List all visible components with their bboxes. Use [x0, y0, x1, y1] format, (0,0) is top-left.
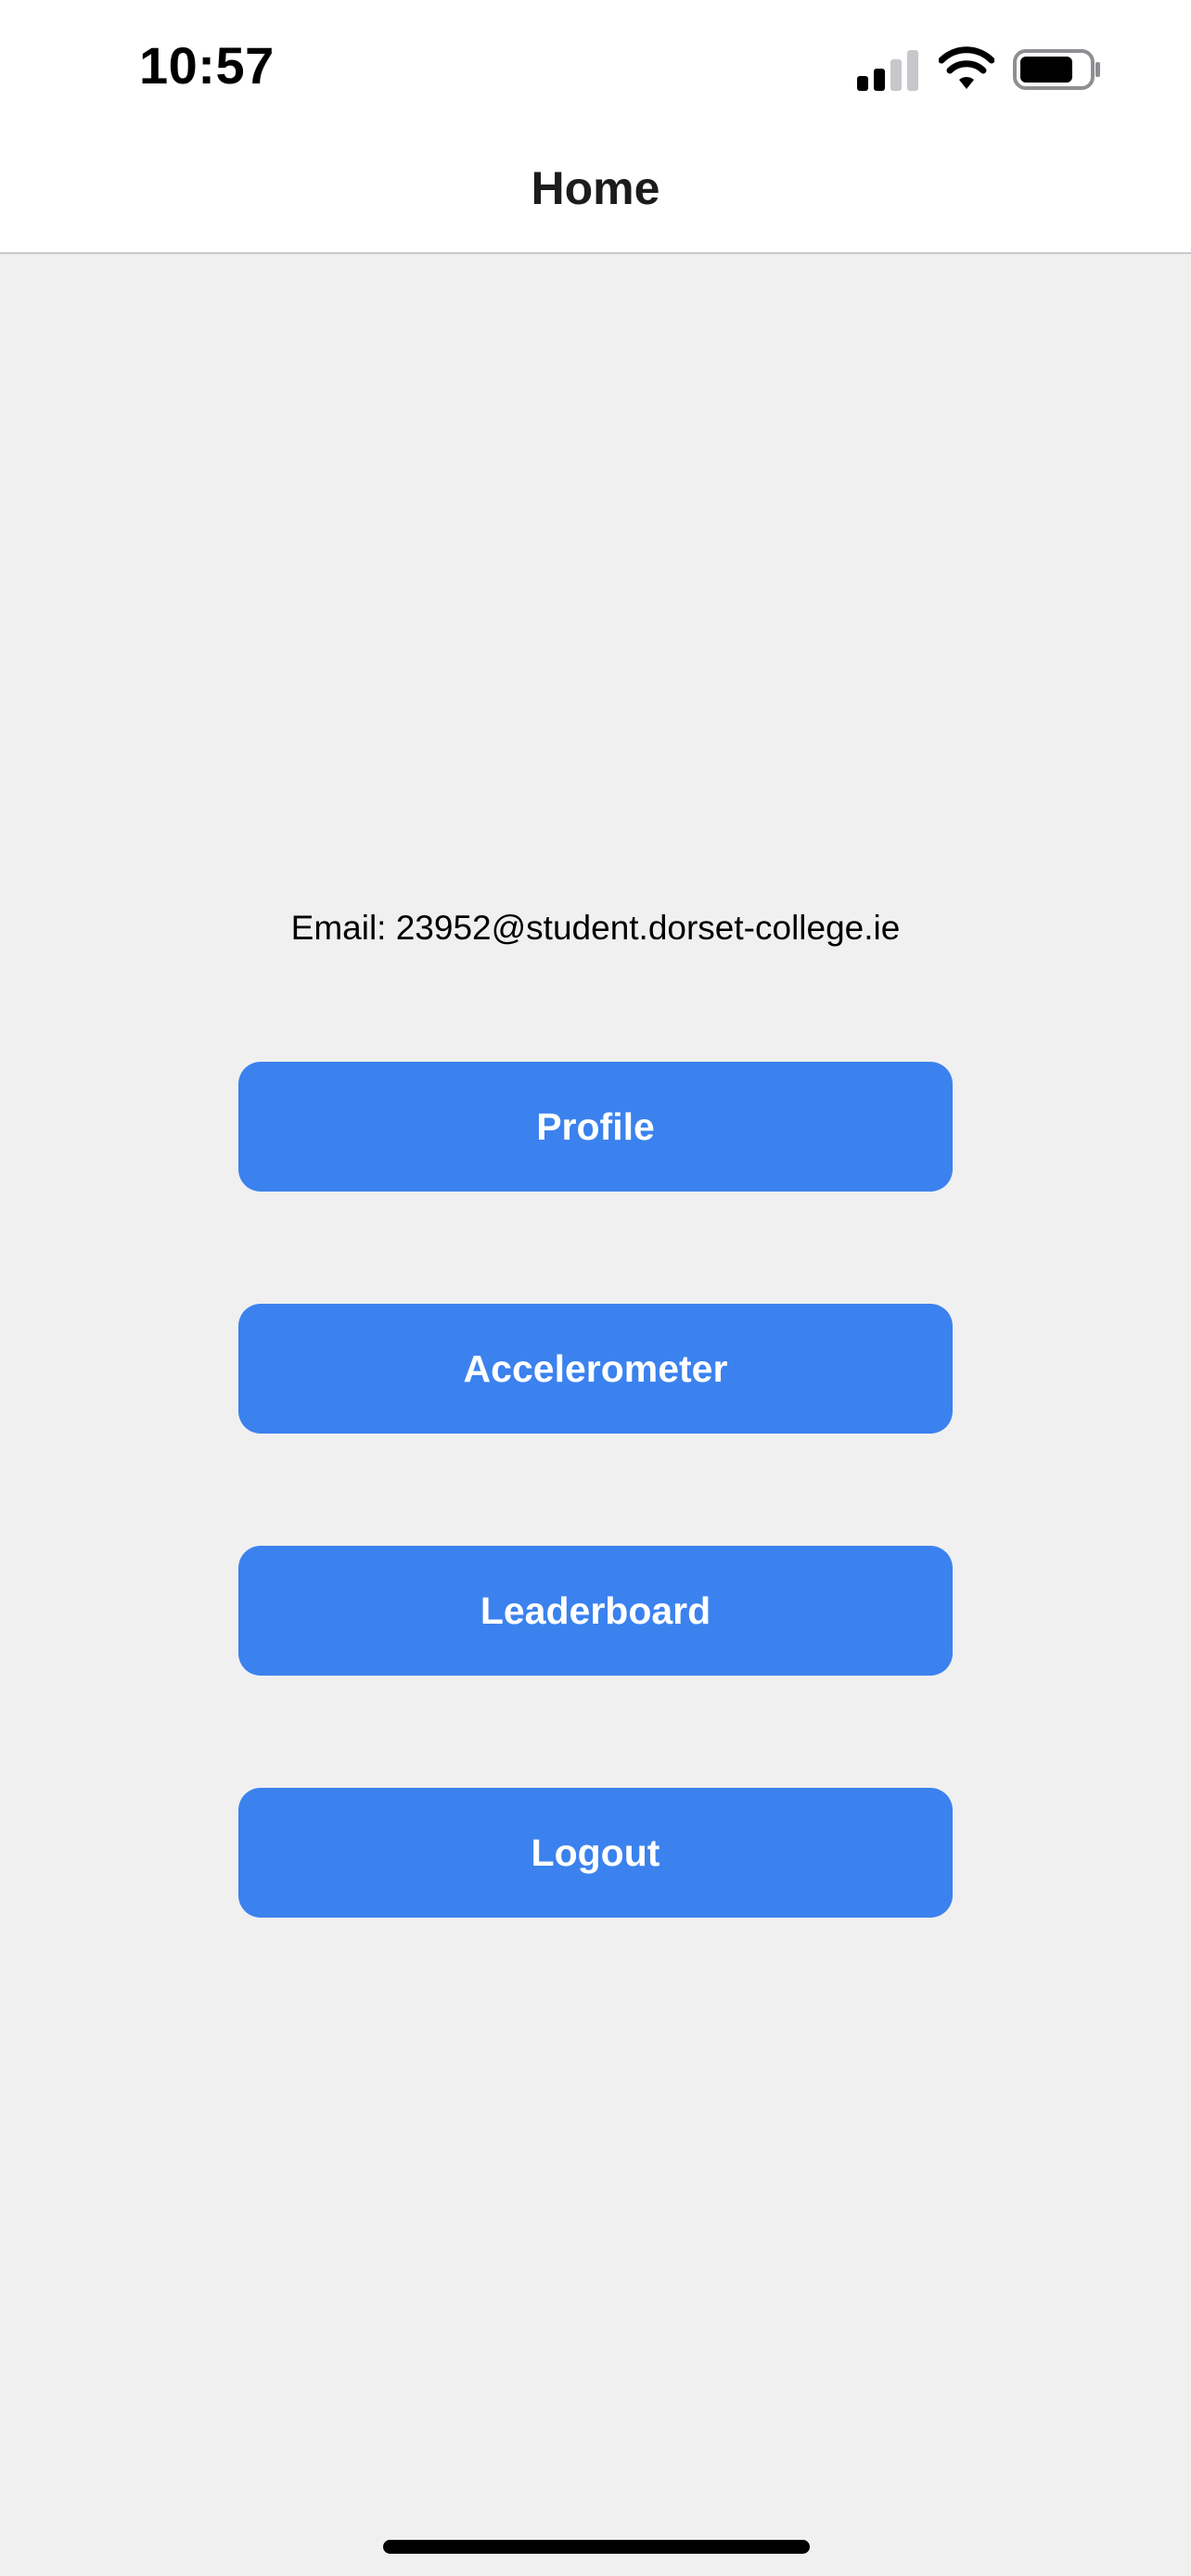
status-time: 10:57: [139, 36, 275, 95]
battery-icon: [1013, 49, 1100, 90]
page-title: Home: [531, 162, 660, 214]
logout-button[interactable]: Logout: [238, 1788, 953, 1918]
navigation-bar: Home: [0, 139, 1191, 254]
home-indicator[interactable]: [383, 2540, 810, 2554]
profile-button[interactable]: Profile: [238, 1062, 953, 1192]
cellular-signal-icon: [857, 50, 918, 91]
accelerometer-button[interactable]: Accelerometer: [238, 1304, 953, 1434]
status-bar: 10:57: [0, 0, 1191, 139]
wifi-icon: [939, 46, 994, 89]
leaderboard-button[interactable]: Leaderboard: [238, 1546, 953, 1676]
user-email-text: Email: 23952@student.dorset-college.ie: [290, 909, 901, 947]
main-content: Email: 23952@student.dorset-college.ie P…: [0, 254, 1191, 2576]
